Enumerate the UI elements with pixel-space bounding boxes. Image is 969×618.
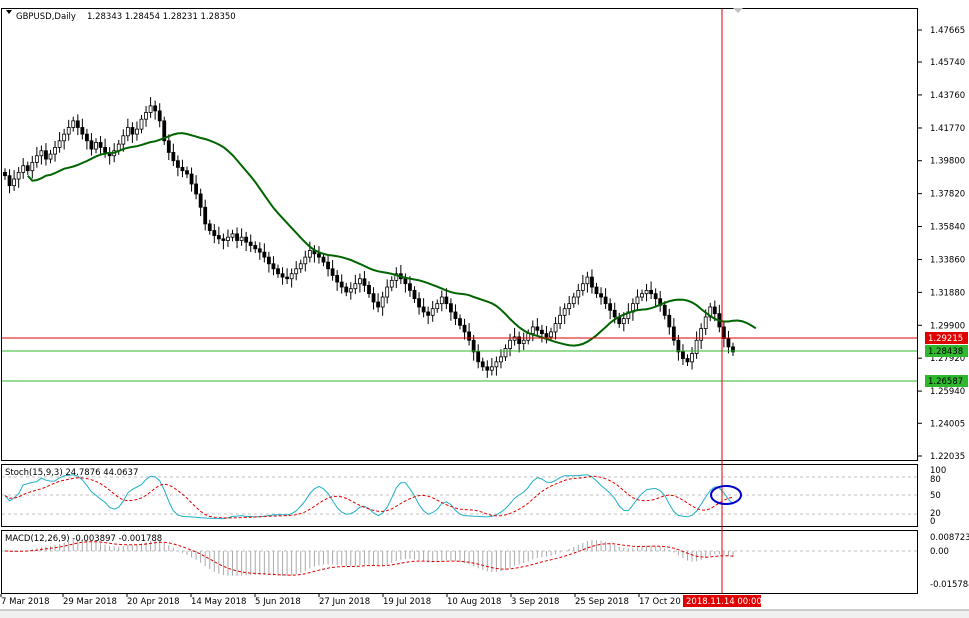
time-tick-label: 17 Oct 20 xyxy=(639,597,681,607)
price-tick-label: 1.35840 xyxy=(930,223,965,233)
price-tick-label: 1.41770 xyxy=(930,124,965,134)
price-tick-label: 1.24005 xyxy=(930,419,965,429)
bottom-tab-strip[interactable] xyxy=(0,610,969,618)
price-tick-label: 1.37820 xyxy=(930,190,965,200)
time-tick-label: 3 Sep 2018 xyxy=(511,597,559,607)
price-tick-label: 1.45740 xyxy=(930,58,965,68)
price-tick-label: 1.29900 xyxy=(930,321,965,331)
green-upper-price: 1.28438 xyxy=(928,347,963,357)
time-tick-label: 7 Mar 2018 xyxy=(1,597,49,607)
candle[interactable] xyxy=(162,116,167,145)
stoch-title: Stoch(15,9,3) 24.7876 44.0637 xyxy=(5,468,138,478)
time-tick-label: 25 Sep 2018 xyxy=(575,597,629,607)
price-tick-label: 1.33860 xyxy=(930,255,965,265)
symbol-title: GBPUSD,Daily xyxy=(16,12,76,22)
chart-window[interactable]: 1.47665 1.45740 1.43760 1.41770 1.39800 1.378… xyxy=(0,0,969,618)
green-lower-price: 1.26587 xyxy=(928,377,963,387)
time-tick-label: 27 Jun 2018 xyxy=(319,597,370,607)
time-tick-label: 20 Apr 2018 xyxy=(127,597,180,607)
price-tick-label: 1.39800 xyxy=(930,157,965,167)
time-tick-label: 5 Jun 2018 xyxy=(255,597,301,607)
ohlc-values: 1.28343 1.28454 1.28231 1.28350 xyxy=(87,12,236,22)
chart-background xyxy=(0,0,969,618)
macd-title: MACD(12,26,9) -0.003897 -0.001788 xyxy=(5,534,162,544)
price-tick-label: 1.22035 xyxy=(930,452,965,462)
price-tick-label: 1.47665 xyxy=(930,26,965,36)
cursor-time: 2018.11.14 00:00 xyxy=(686,597,762,607)
price-tick-label: 1.31880 xyxy=(930,288,965,298)
macd-tick-label: 0.008723 xyxy=(930,533,969,543)
stoch-tick-label: 50 xyxy=(930,491,941,501)
stoch-tick-label: 0 xyxy=(930,517,935,527)
time-tick-label: 14 May 2018 xyxy=(191,597,246,607)
stoch-tick-label: 80 xyxy=(930,475,941,485)
time-tick-label: 29 Mar 2018 xyxy=(63,597,117,607)
macd-tick-label: 0.00 xyxy=(930,547,949,557)
price-tick-label: 1.43760 xyxy=(930,91,965,101)
time-tick-label: 19 Jul 2018 xyxy=(383,597,431,607)
time-tick-label: 10 Aug 2018 xyxy=(447,597,501,607)
macd-tick-label: -0.015784 xyxy=(930,580,969,590)
red-line-price: 1.29215 xyxy=(928,334,963,344)
price-tick-label: 1.25940 xyxy=(930,387,965,397)
